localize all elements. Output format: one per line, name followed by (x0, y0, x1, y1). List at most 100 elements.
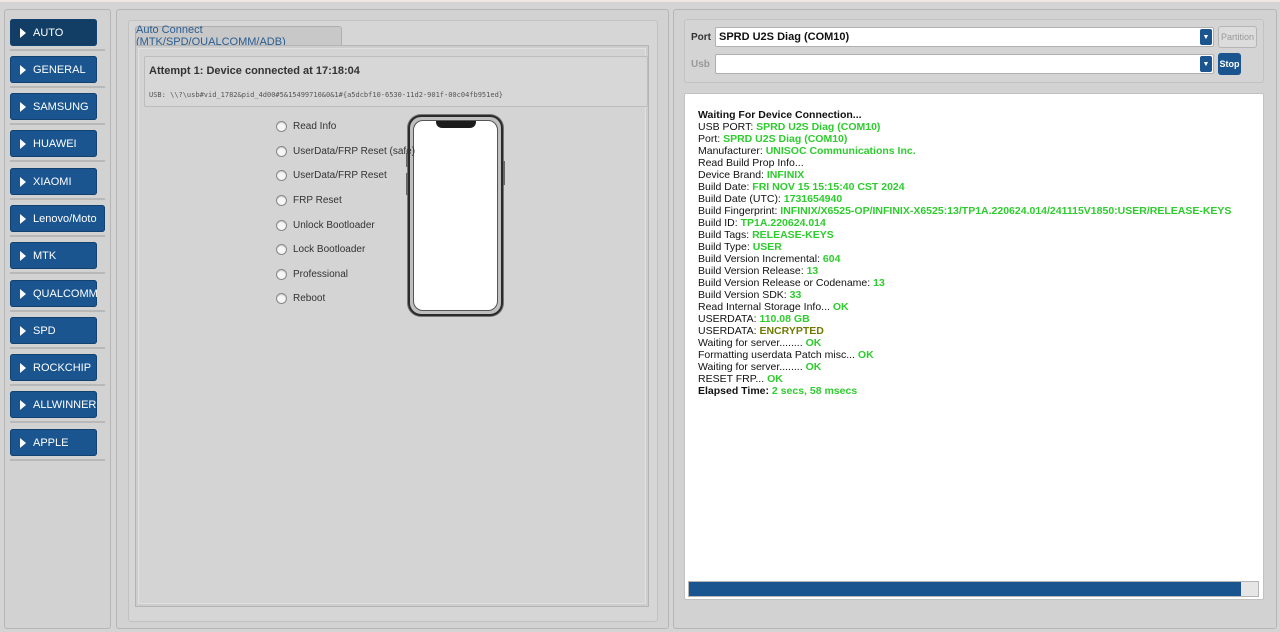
port-label: Port (691, 32, 711, 43)
log-value: OK (767, 373, 783, 385)
log-key: Formatting userdata Patch misc... (698, 349, 858, 361)
radio-circle-icon[interactable] (276, 220, 287, 231)
log-key: Manufacturer: (698, 145, 766, 157)
radio-circle-icon[interactable] (276, 244, 287, 255)
tab-content (135, 45, 649, 607)
log-value: INFINIX (766, 169, 805, 181)
sidebar-divider (10, 123, 105, 125)
log-key: Build Version Incremental: (698, 253, 823, 265)
log-line: Port: SPRD U2S Diag (COM10) (698, 133, 1258, 145)
sidebar-divider (10, 272, 105, 274)
sidebar-item-rockchip[interactable]: ROCKCHIP (10, 354, 97, 381)
radio-read-info[interactable]: Read Info (276, 121, 336, 132)
log-value: FRI NOV 15 15:15:40 CST 2024 (752, 181, 905, 193)
log-line: Elapsed Time: 2 secs, 58 msecs (698, 385, 1258, 397)
sidebar-item-xiaomi[interactable]: XIAOMI (10, 168, 97, 195)
log-key: Build Type: (698, 241, 753, 253)
sidebar-divider (10, 198, 105, 200)
log-line: Build Type: USER (698, 241, 1258, 253)
log-output[interactable]: Waiting For Device Connection... USB PORT… (684, 93, 1264, 600)
top-border (0, 0, 1280, 2)
sidebar-item-allwinner[interactable]: ALLWINNER (10, 391, 97, 418)
device-status-box: Attempt 1: Device connected at 17:18:04 … (144, 56, 648, 107)
chevron-down-icon[interactable]: ▼ (1200, 56, 1212, 72)
caret-right-icon (20, 325, 26, 336)
log-key: Build Tags: (698, 229, 753, 241)
radio-unlock-bootloader[interactable]: Unlock Bootloader (276, 220, 375, 231)
log-key: USB PORT: (698, 121, 757, 133)
sidebar-item-samsung[interactable]: SAMSUNG (10, 93, 97, 120)
sidebar-divider (10, 49, 105, 51)
usb-select[interactable]: ▼ (715, 54, 1214, 74)
log-value: 2 secs, 58 msecs (771, 385, 858, 397)
log-value: 604 (822, 253, 841, 265)
sidebar-item-label: ROCKCHIP (33, 361, 92, 374)
radio-circle-icon[interactable] (276, 269, 287, 280)
sidebar-item-lenovo-moto[interactable]: Lenovo/Moto (10, 205, 105, 232)
sidebar-divider (10, 421, 105, 423)
device-usb-path: USB: \\?\usb#vid_1782&pid_4d00#5&1549971… (149, 91, 504, 99)
phone-notch (435, 121, 476, 128)
log-key: Read Build Prop Info... (698, 157, 804, 169)
sidebar-item-label: AUTO (33, 26, 64, 39)
partition-button[interactable]: Partition (1218, 26, 1257, 48)
radio-professional[interactable]: Professional (276, 269, 348, 280)
sidebar-item-label: XIAOMI (33, 175, 72, 188)
caret-right-icon (20, 437, 26, 448)
radio-frp-reset[interactable]: FRP Reset (276, 195, 342, 206)
sidebar-item-apple[interactable]: APPLE (10, 429, 97, 456)
log-key: USERDATA: (698, 313, 760, 325)
log-value: 110.08 GB (759, 313, 810, 325)
sidebar-item-label: MTK (33, 249, 57, 262)
radio-circle-icon[interactable] (276, 293, 287, 304)
log-line: Read Internal Storage Info... OK (698, 301, 1258, 313)
sidebar-item-label: SPD (33, 324, 56, 337)
phone-illustration (406, 115, 505, 316)
radio-lock-bootloader[interactable]: Lock Bootloader (276, 244, 365, 255)
sidebar-item-general[interactable]: GENERAL (10, 56, 97, 83)
log-key: Build ID: (698, 217, 741, 229)
log-value: SPRD U2S Diag (COM10) (723, 133, 848, 145)
sidebar-divider (10, 310, 105, 312)
log-line: Build Fingerprint: INFINIX/X6525-OP/INFI… (698, 205, 1258, 217)
caret-right-icon (20, 27, 26, 38)
log-line: Manufacturer: UNISOC Communications Inc. (698, 145, 1258, 157)
caret-right-icon (20, 399, 26, 410)
log-value: OK (805, 361, 822, 373)
sidebar-item-spd[interactable]: SPD (10, 317, 97, 344)
device-status-title: Attempt 1: Device connected at 17:18:04 (149, 65, 360, 77)
log-key: Waiting For Device Connection... (698, 109, 862, 121)
port-select-value: SPRD U2S Diag (COM10) (719, 31, 850, 43)
log-line: Build Version Incremental: 604 (698, 253, 1258, 265)
radio-reboot[interactable]: Reboot (276, 293, 325, 304)
radio-label: FRP Reset (293, 195, 342, 206)
tab-auto-connect[interactable]: Auto Connect (MTK/SPD/QUALCOMM/ADB) (135, 24, 342, 48)
sidebar-item-huawei[interactable]: HUAWEI (10, 130, 97, 157)
sidebar-item-mtk[interactable]: MTK (10, 242, 97, 269)
log-key: Build Version SDK: (698, 289, 790, 301)
caret-right-icon (20, 362, 26, 373)
radio-label: Lock Bootloader (293, 244, 366, 255)
radio-circle-icon[interactable] (276, 146, 287, 157)
log-key: Waiting for server........ (698, 361, 806, 373)
radio-userdata-frp-reset[interactable]: UserData/FRP Reset (276, 170, 387, 181)
radio-label: UserData/FRP Reset (293, 170, 387, 181)
log-key: Build Date: (698, 181, 753, 193)
radio-circle-icon[interactable] (276, 195, 287, 206)
log-key: Build Version Release or Codename: (698, 277, 874, 289)
sidebar-item-qualcomm[interactable]: QUALCOMM (10, 280, 98, 307)
caret-right-icon (20, 64, 26, 75)
caret-right-icon (20, 288, 26, 299)
sidebar-item-label: GENERAL (33, 63, 86, 76)
radio-circle-icon[interactable] (276, 170, 287, 181)
radio-userdata-frp-reset-safe[interactable]: UserData/FRP Reset (safe) (276, 146, 415, 157)
log-line: USERDATA: ENCRYPTED (698, 325, 1258, 337)
log-line: Build Date (UTC): 1731654940 (698, 193, 1258, 205)
chevron-down-icon[interactable]: ▼ (1200, 29, 1212, 45)
stop-button[interactable]: Stop (1218, 53, 1241, 75)
log-key: Build Date (UTC): (698, 193, 784, 205)
radio-circle-icon[interactable] (276, 121, 287, 132)
radio-label: Professional (293, 269, 349, 280)
port-select[interactable]: SPRD U2S Diag (COM10) ▼ (715, 27, 1214, 47)
sidebar-item-auto[interactable]: AUTO (10, 19, 97, 46)
